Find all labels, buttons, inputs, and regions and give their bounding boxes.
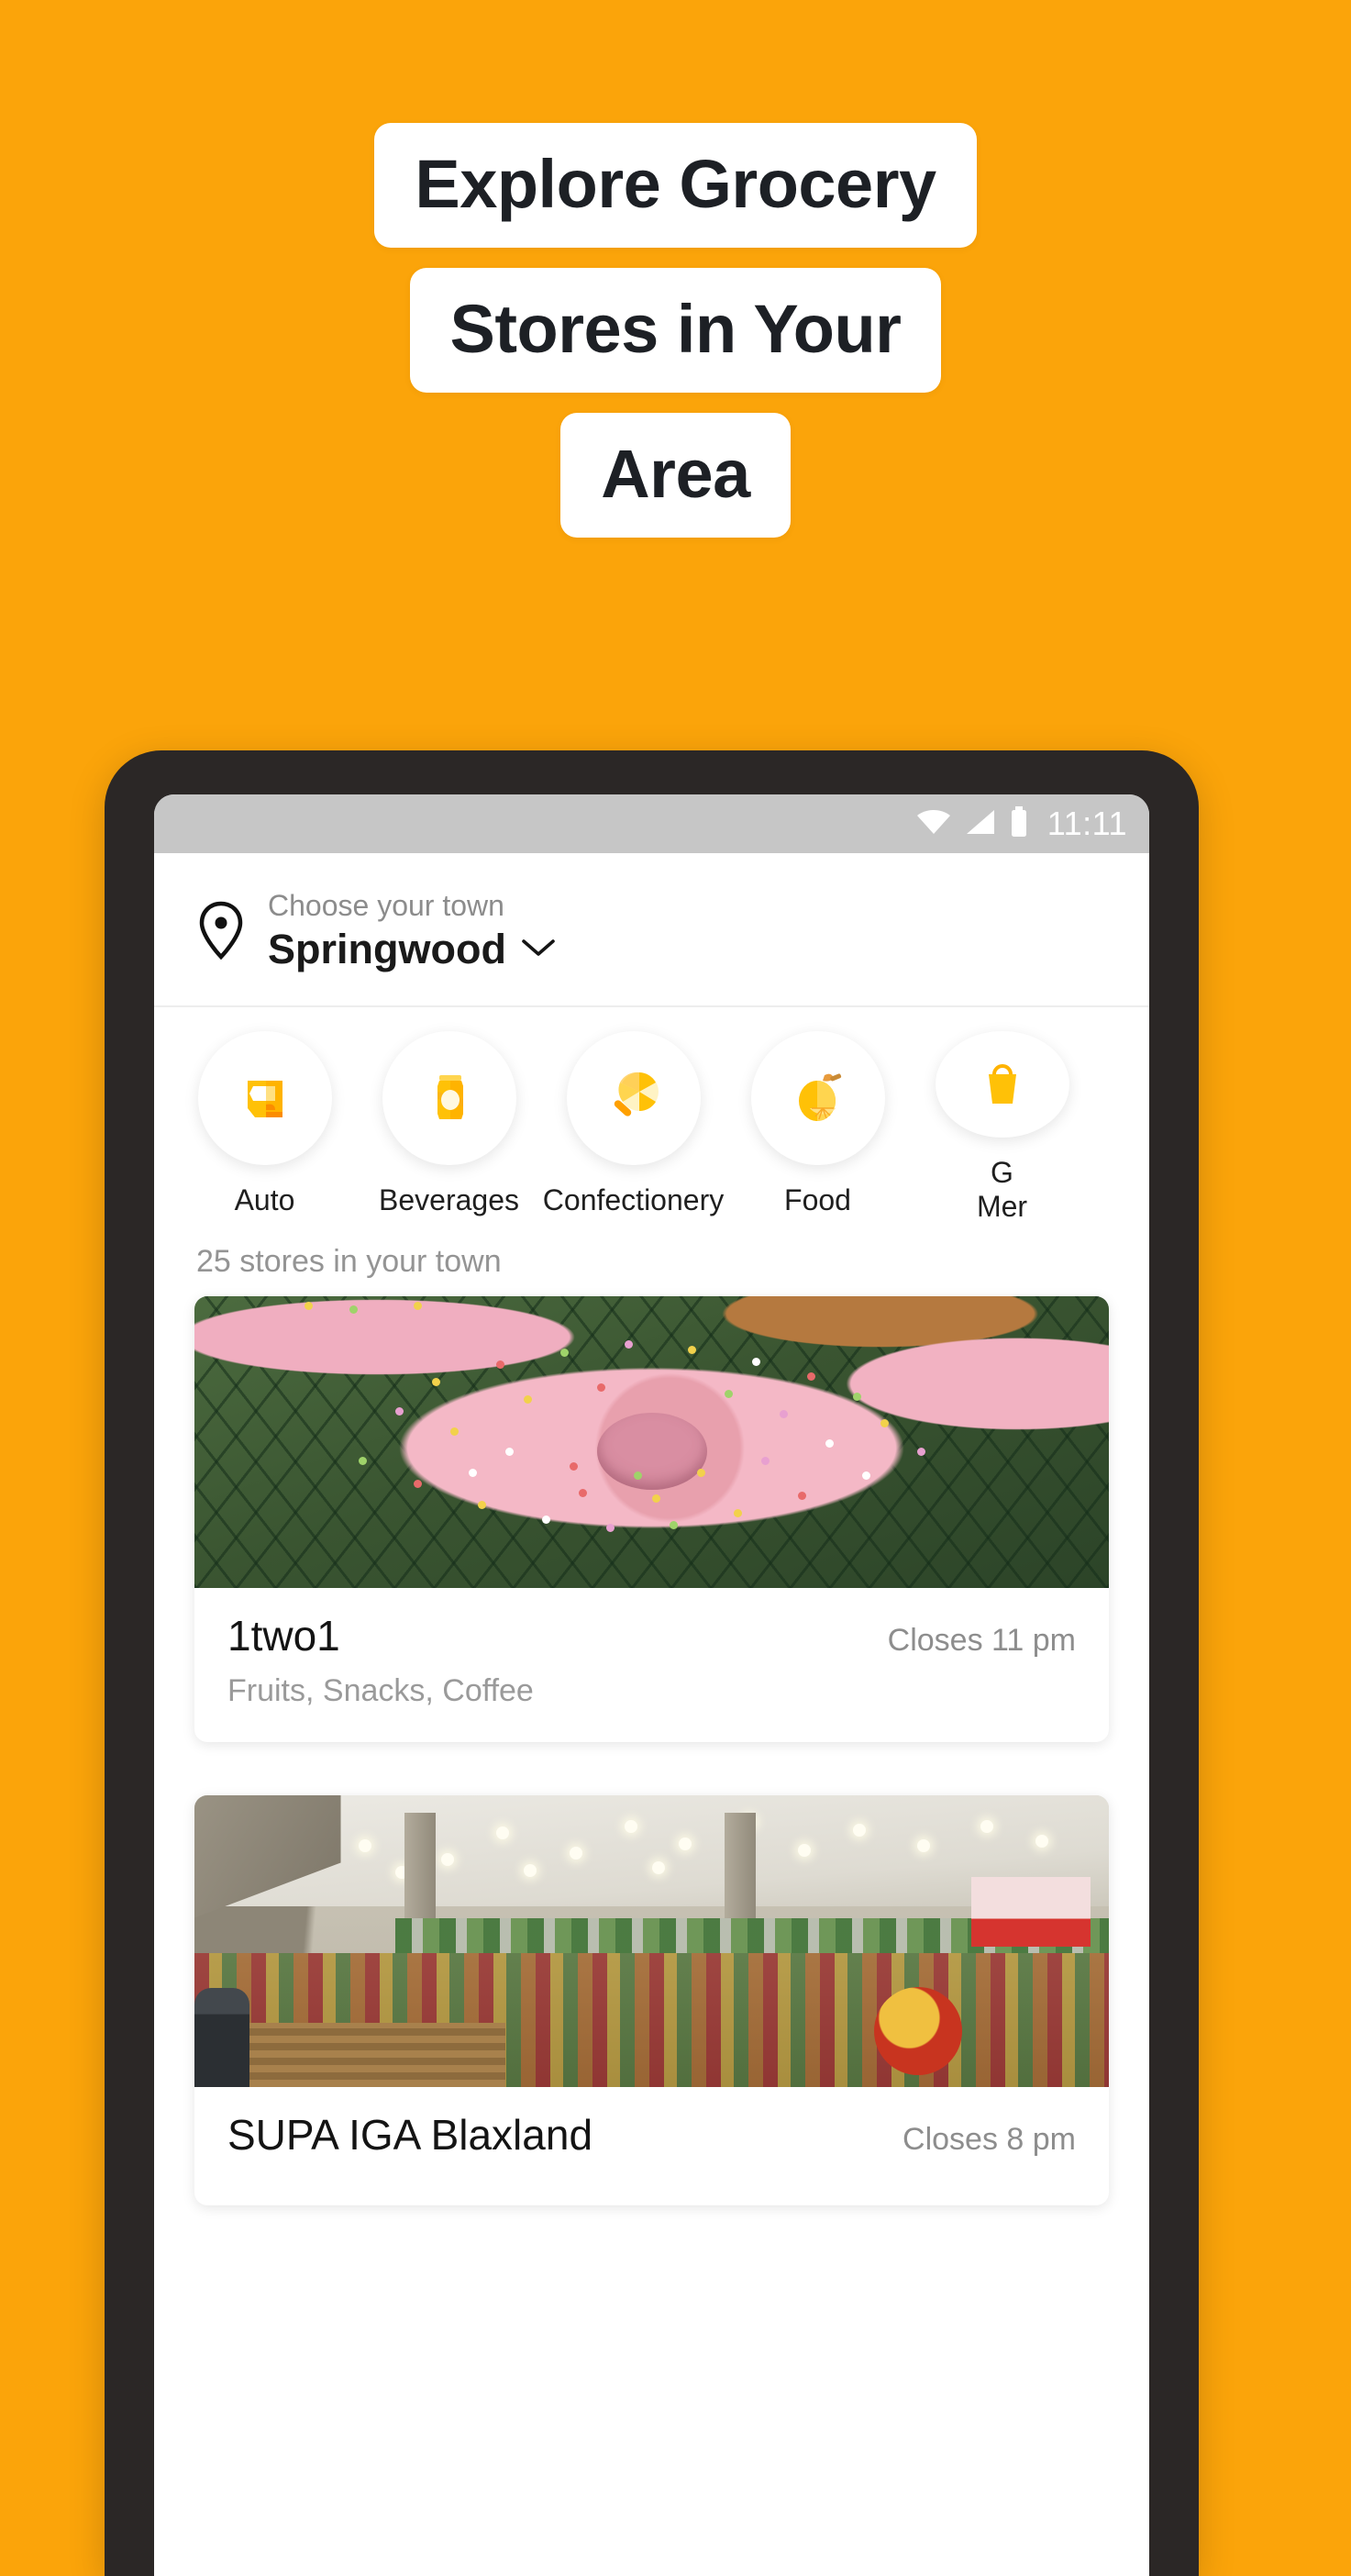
store-hours: Closes 8 pm	[903, 2122, 1076, 2157]
category-item-auto[interactable]: Auto	[172, 1031, 357, 1224]
store-list: 25 stores in your town 1two1 Closes 11 p…	[154, 1224, 1149, 2205]
category-label: Beverages	[379, 1183, 519, 1216]
store-card-body: 1two1 Closes 11 pm Fruits, Snacks, Coffe…	[194, 1588, 1109, 1742]
category-item-food[interactable]: Food	[725, 1031, 910, 1224]
battery-icon	[1009, 805, 1029, 842]
store-card[interactable]: SUPA IGA Blaxland Closes 8 pm	[194, 1795, 1109, 2205]
store-card[interactable]: 1two1 Closes 11 pm Fruits, Snacks, Coffe…	[194, 1296, 1109, 1742]
status-bar-clock: 11:11	[1046, 805, 1127, 842]
location-pin-icon	[196, 900, 246, 965]
headline-line-2: Stores in Your	[409, 268, 942, 393]
category-carousel[interactable]: Auto Beverages Confectionery Food G Mer	[154, 1007, 1149, 1224]
headline-line-1: Explore Grocery	[374, 123, 977, 248]
category-item-confectionery[interactable]: Confectionery	[541, 1031, 725, 1224]
pink-sprinkled-donuts-photo	[194, 1296, 1109, 1588]
category-label: G Mer	[976, 1156, 1028, 1224]
soda-can-icon	[382, 1031, 516, 1165]
cellular-signal-icon	[965, 808, 996, 840]
chevron-down-icon[interactable]	[521, 937, 556, 963]
lemon-icon	[750, 1031, 885, 1165]
store-shopper	[194, 1987, 249, 2087]
store-wooden-crates	[230, 2023, 505, 2087]
phone-screen: 11:11 Choose your town Springwood Auto B…	[154, 794, 1149, 2576]
location-picker[interactable]: Choose your town Springwood	[154, 853, 1149, 1007]
store-count-label: 25 stores in your town	[196, 1244, 502, 1279]
location-caption: Choose your town	[268, 889, 504, 923]
headline-line-3: Area	[560, 413, 791, 538]
store-hours: Closes 11 pm	[887, 1623, 1076, 1658]
category-item-beverages[interactable]: Beverages	[357, 1031, 541, 1224]
category-label: Food	[784, 1183, 851, 1216]
headline-block: Explore Grocery Stores in Your Area	[0, 123, 1351, 538]
category-item-general-merchandise[interactable]: G Mer	[910, 1031, 1094, 1224]
store-categories: Fruits, Snacks, Coffee	[227, 1673, 534, 1708]
store-special-sign	[971, 1877, 1091, 1948]
lollipop-icon	[566, 1031, 701, 1165]
donut-sprinkles	[194, 1296, 1109, 1588]
selected-town: Springwood	[268, 926, 506, 973]
store-name: SUPA IGA Blaxland	[227, 2111, 593, 2159]
status-bar: 11:11	[154, 794, 1149, 853]
supermarket-produce-aisle-photo	[194, 1795, 1109, 2087]
category-label: Auto	[234, 1183, 295, 1216]
phone-mockup: 11:11 Choose your town Springwood Auto B…	[105, 750, 1199, 2576]
store-name: 1two1	[227, 1612, 340, 1660]
general-merchandise-icon	[935, 1031, 1069, 1138]
car-door-icon	[197, 1031, 332, 1165]
category-label: Confectionery	[542, 1183, 725, 1216]
wifi-icon	[915, 808, 952, 840]
store-card-body: SUPA IGA Blaxland Closes 8 pm	[194, 2087, 1109, 2205]
